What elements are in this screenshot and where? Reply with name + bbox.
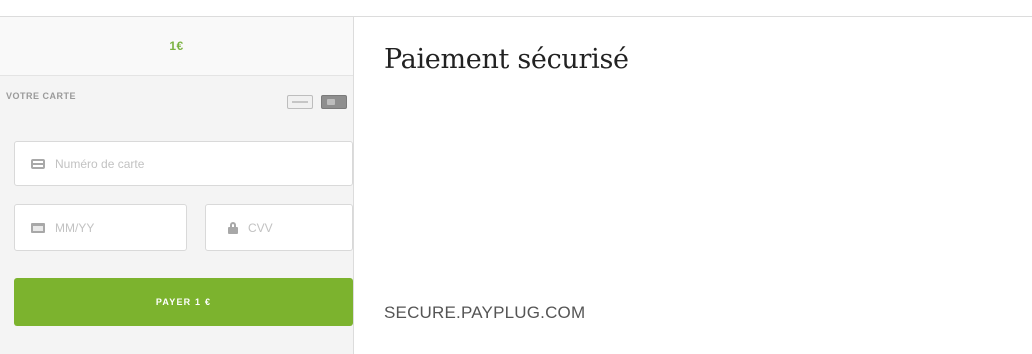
- card-chip-icon: [321, 95, 347, 109]
- expiry-placeholder: MM/YY: [55, 220, 95, 235]
- lock-icon: [228, 221, 238, 234]
- card-section-label: VOTRE CARTE: [6, 91, 77, 101]
- card-number-placeholder: Numéro de carte: [55, 156, 145, 171]
- expiry-field[interactable]: MM/YY: [14, 204, 187, 251]
- card-logos: [287, 95, 347, 109]
- cvv-field[interactable]: CVV: [205, 204, 353, 251]
- generic-card-icon: [287, 95, 313, 109]
- card-number-field[interactable]: Numéro de carte: [14, 141, 353, 186]
- amount-header: 1€: [0, 17, 353, 76]
- page-title: Paiement sécurisé: [384, 44, 629, 75]
- cvv-placeholder: CVV: [248, 220, 273, 235]
- amount-value: 1€: [169, 39, 184, 53]
- credit-card-icon: [31, 158, 45, 169]
- calendar-icon: [31, 222, 45, 233]
- payment-widget: 1€ VOTRE CARTE Numéro de carte MM/YY CVV…: [0, 17, 354, 354]
- page-frame: 1€ VOTRE CARTE Numéro de carte MM/YY CVV…: [0, 0, 1032, 354]
- pay-button[interactable]: PAYER 1 €: [14, 278, 353, 326]
- domain-label: SECURE.PAYPLUG.COM: [384, 303, 586, 322]
